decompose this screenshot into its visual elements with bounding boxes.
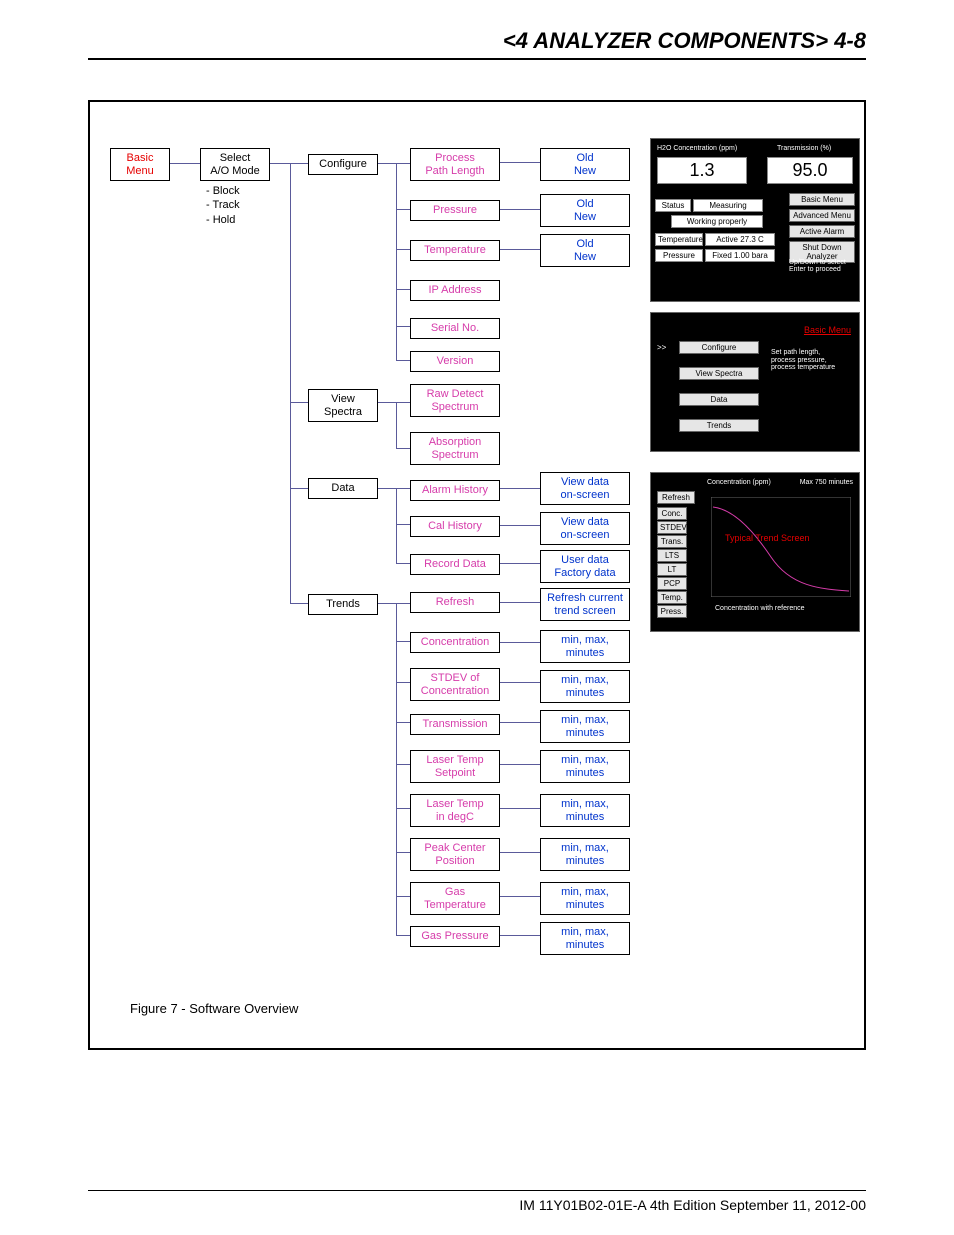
- node-refresh: Refresh: [410, 592, 500, 613]
- node-basic-menu: BasicMenu: [110, 148, 170, 181]
- row-trans[interactable]: Trans.: [657, 535, 687, 548]
- node-concentration: Concentration: [410, 632, 500, 653]
- node-configure: Configure: [308, 154, 378, 175]
- btn-view-spectra[interactable]: View Spectra: [679, 367, 759, 380]
- node-alarm-history: Alarm History: [410, 480, 500, 501]
- h2o-conc-label: H2O Concentration (ppm): [657, 145, 737, 152]
- trend-screen-title: Typical Trend Screen: [725, 533, 810, 543]
- btn-configure[interactable]: Configure: [679, 341, 759, 354]
- leaf-old-new-1: OldNew: [540, 148, 630, 181]
- node-absorption-spectrum: AbsorptionSpectrum: [410, 432, 500, 465]
- trend-refresh-btn[interactable]: Refresh: [657, 491, 695, 504]
- leaf-minmax-2: min, max,minutes: [540, 670, 630, 703]
- node-peak-center-position: Peak CenterPosition: [410, 838, 500, 871]
- node-process-path-length: ProcessPath Length: [410, 148, 500, 181]
- panel-main-screen: H2O Concentration (ppm) Transmission (%)…: [650, 138, 860, 302]
- transmission-value: 95.0: [767, 157, 853, 184]
- menu-basic[interactable]: Basic Menu: [789, 193, 855, 206]
- node-record-data: Record Data: [410, 554, 500, 575]
- node-stdev-concentration: STDEV ofConcentration: [410, 668, 500, 701]
- page-header: <4 ANALYZER COMPONENTS> 4-8: [88, 28, 866, 60]
- leaf-minmax-8: min, max,minutes: [540, 922, 630, 955]
- basic-menu-hint: Set path length,process pressure,process…: [771, 349, 857, 372]
- pointer-icon: >>: [657, 343, 666, 352]
- node-gas-pressure: Gas Pressure: [410, 926, 500, 947]
- leaf-user-factory: User dataFactory data: [540, 550, 630, 583]
- node-gas-temperature: GasTemperature: [410, 882, 500, 915]
- conc-label: Concentration (ppm): [707, 479, 771, 486]
- panel-basic-menu: Basic Menu >> Configure View Spectra Dat…: [650, 312, 860, 452]
- menu-hint: Up/Down to selectEnter to proceed: [789, 259, 859, 274]
- working-status: Working properly: [671, 215, 763, 228]
- node-raw-detect-spectrum: Raw DetectSpectrum: [410, 384, 500, 417]
- menu-advanced[interactable]: Advanced Menu: [789, 209, 855, 222]
- leaf-old-new-3: OldNew: [540, 234, 630, 267]
- temperature-value: Active 27.3 C: [705, 233, 775, 246]
- trend-bottom-label: Concentration with reference: [715, 605, 805, 612]
- node-cal-history: Cal History: [410, 516, 500, 537]
- transmission-label: Transmission (%): [777, 145, 831, 152]
- node-serial-no: Serial No.: [410, 318, 500, 339]
- node-data: Data: [308, 478, 378, 499]
- pressure-label: Pressure: [655, 249, 703, 262]
- node-trends: Trends: [308, 594, 378, 615]
- header-title: <4 ANALYZER COMPONENTS> 4-8: [503, 28, 866, 53]
- leaf-minmax-4: min, max,minutes: [540, 750, 630, 783]
- menu-active-alarm[interactable]: Active Alarm: [789, 225, 855, 238]
- leaf-view-onscreen-2: View dataon-screen: [540, 512, 630, 545]
- node-laser-temp-degc: Laser Tempin degC: [410, 794, 500, 827]
- status-label: Status: [655, 199, 691, 212]
- select-ao-items: - Block- Track- Hold: [206, 184, 240, 227]
- temperature-label: Temperature: [655, 233, 703, 246]
- node-version: Version: [410, 351, 500, 372]
- row-conc[interactable]: Conc.: [657, 507, 687, 520]
- leaf-minmax-7: min, max,minutes: [540, 882, 630, 915]
- row-stdev[interactable]: STDEV: [657, 521, 687, 534]
- pressure-value: Fixed 1.00 bara: [705, 249, 775, 262]
- node-ip-address: IP Address: [410, 280, 500, 301]
- max-time-label: Max 750 minutes: [800, 479, 853, 486]
- node-select-ao-mode: SelectA/O Mode: [200, 148, 270, 181]
- node-transmission: Transmission: [410, 714, 500, 735]
- row-temp[interactable]: Temp.: [657, 591, 687, 604]
- node-temperature: Temperature: [410, 240, 500, 261]
- status-value: Measuring: [693, 199, 763, 212]
- h2o-conc-value: 1.3: [657, 157, 747, 184]
- leaf-refresh-current: Refresh currenttrend screen: [540, 588, 630, 621]
- row-pcp[interactable]: PCP: [657, 577, 687, 590]
- leaf-minmax-5: min, max,minutes: [540, 794, 630, 827]
- trend-chart-icon: [711, 497, 851, 597]
- btn-data[interactable]: Data: [679, 393, 759, 406]
- panel-trend-screen: Concentration (ppm) Max 750 minutes Refr…: [650, 472, 860, 632]
- row-lts[interactable]: LTS: [657, 549, 687, 562]
- node-laser-temp-setpoint: Laser TempSetpoint: [410, 750, 500, 783]
- figure-frame: BasicMenu SelectA/O Mode - Block- Track-…: [88, 100, 866, 1050]
- leaf-minmax-6: min, max,minutes: [540, 838, 630, 871]
- row-press[interactable]: Press.: [657, 605, 687, 618]
- btn-trends[interactable]: Trends: [679, 419, 759, 432]
- footer-text: IM 11Y01B02-01E-A 4th Edition September …: [519, 1197, 866, 1213]
- node-pressure: Pressure: [410, 200, 500, 221]
- row-lt[interactable]: LT: [657, 563, 687, 576]
- figure-caption: Figure 7 - Software Overview: [130, 1001, 298, 1016]
- basic-menu-title: Basic Menu: [804, 325, 851, 335]
- leaf-minmax-1: min, max,minutes: [540, 630, 630, 663]
- leaf-minmax-3: min, max,minutes: [540, 710, 630, 743]
- leaf-view-onscreen-1: View dataon-screen: [540, 472, 630, 505]
- leaf-old-new-2: OldNew: [540, 194, 630, 227]
- node-view-spectra: ViewSpectra: [308, 389, 378, 422]
- page-footer: IM 11Y01B02-01E-A 4th Edition September …: [88, 1190, 866, 1213]
